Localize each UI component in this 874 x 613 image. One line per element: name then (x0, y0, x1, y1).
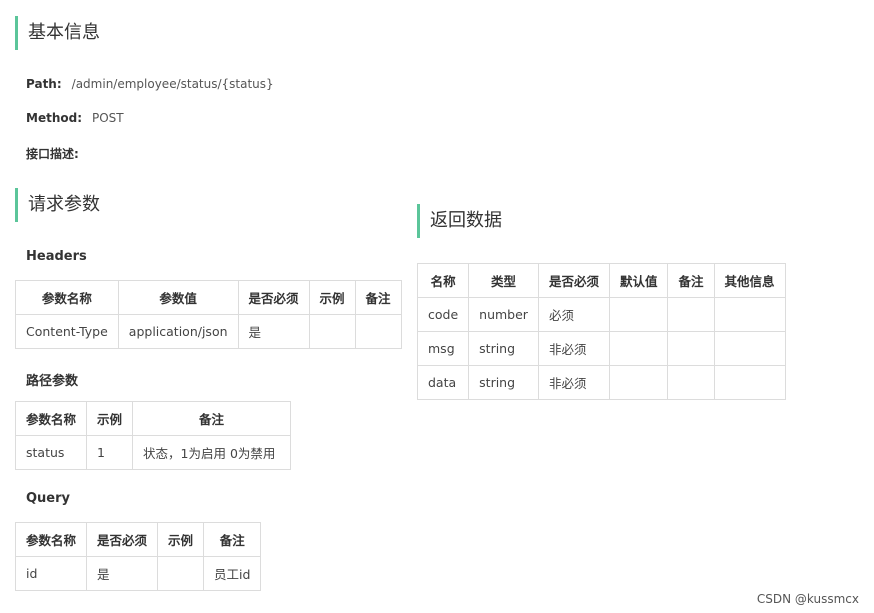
cell (354, 314, 402, 349)
cell (308, 314, 356, 349)
headers-header-row: 参数名称 参数值 是否必须 示例 备注 (15, 280, 402, 315)
col-example: 示例 (157, 522, 205, 557)
col-example: 示例 (86, 401, 134, 436)
cell (608, 331, 669, 366)
path-params-table: 参数名称 示例 备注 status 1 状态，1为启用 0为禁用 (14, 401, 292, 470)
col-required: 是否必须 (537, 263, 610, 298)
response-table: 名称 类型 是否必须 默认值 备注 其他信息 code number 必须 ms… (416, 263, 786, 400)
cell: 非必须 (537, 331, 610, 366)
path-label: Path: (26, 77, 62, 91)
cell: 非必须 (537, 365, 610, 400)
cell (667, 297, 715, 332)
cell: string (468, 365, 539, 400)
col-type: 类型 (468, 263, 539, 298)
col-remark: 备注 (667, 263, 715, 298)
cell (608, 297, 669, 332)
col-param-name: 参数名称 (15, 280, 119, 315)
cell: status (14, 435, 88, 470)
query-table: 参数名称 是否必须 示例 备注 id 是 员工id (14, 522, 262, 591)
cell (713, 331, 786, 366)
cell: application/json (117, 314, 239, 349)
cell: msg (416, 331, 470, 366)
col-param-name: 参数名称 (14, 401, 88, 436)
cell (667, 365, 715, 400)
cell (713, 297, 786, 332)
method-value: POST (92, 111, 124, 125)
watermark: CSDN @kussmcx (756, 592, 859, 606)
table-row: Content-Type application/json 是 (15, 314, 402, 349)
col-example: 示例 (308, 280, 356, 315)
cell: data (416, 365, 470, 400)
method-row: Method: POST (26, 111, 124, 125)
col-param-value: 参数值 (117, 280, 239, 315)
table-row: msg string 非必须 (416, 331, 786, 366)
response-header-row: 名称 类型 是否必须 默认值 备注 其他信息 (416, 263, 786, 298)
cell (667, 331, 715, 366)
cell (713, 365, 786, 400)
query-title: Query (26, 491, 71, 506)
description-row: 接口描述: (26, 145, 89, 162)
method-label: Method: (26, 111, 82, 125)
path-params-title: 路径参数 (26, 374, 79, 389)
cell: id (14, 556, 88, 591)
cell: Content-Type (15, 314, 119, 349)
cell: 员工id (203, 556, 262, 591)
cell (157, 556, 205, 591)
cell: 是 (86, 556, 159, 591)
table-row: status 1 状态，1为启用 0为禁用 (14, 435, 292, 470)
col-required: 是否必须 (86, 522, 159, 557)
response-data-title: 返回数据 (417, 204, 502, 238)
query-header-row: 参数名称 是否必须 示例 备注 (14, 522, 262, 557)
description-label: 接口描述: (26, 147, 79, 161)
col-remark: 备注 (354, 280, 402, 315)
col-default: 默认值 (608, 263, 669, 298)
col-remark: 备注 (203, 522, 262, 557)
headers-table: 参数名称 参数值 是否必须 示例 备注 Content-Type applica… (15, 280, 402, 349)
col-remark: 备注 (132, 401, 292, 436)
path-params-header-row: 参数名称 示例 备注 (14, 401, 292, 436)
cell: code (416, 297, 470, 332)
cell: 是 (237, 314, 310, 349)
table-row: data string 非必须 (416, 365, 786, 400)
cell: number (468, 297, 539, 332)
cell: 1 (86, 435, 134, 470)
request-params-title: 请求参数 (15, 188, 100, 222)
col-param-name: 参数名称 (14, 522, 88, 557)
cell: string (468, 331, 539, 366)
cell (608, 365, 669, 400)
table-row: code number 必须 (416, 297, 786, 332)
table-row: id 是 员工id (14, 556, 262, 591)
headers-title: Headers (26, 249, 87, 264)
col-name: 名称 (416, 263, 470, 298)
cell: 必须 (537, 297, 610, 332)
cell: 状态，1为启用 0为禁用 (132, 435, 292, 470)
path-row: Path: /admin/employee/status/{status} (26, 77, 274, 91)
col-required: 是否必须 (237, 280, 310, 315)
basic-info-title: 基本信息 (15, 16, 100, 50)
path-value: /admin/employee/status/{status} (71, 77, 274, 91)
col-other-info: 其他信息 (713, 263, 786, 298)
